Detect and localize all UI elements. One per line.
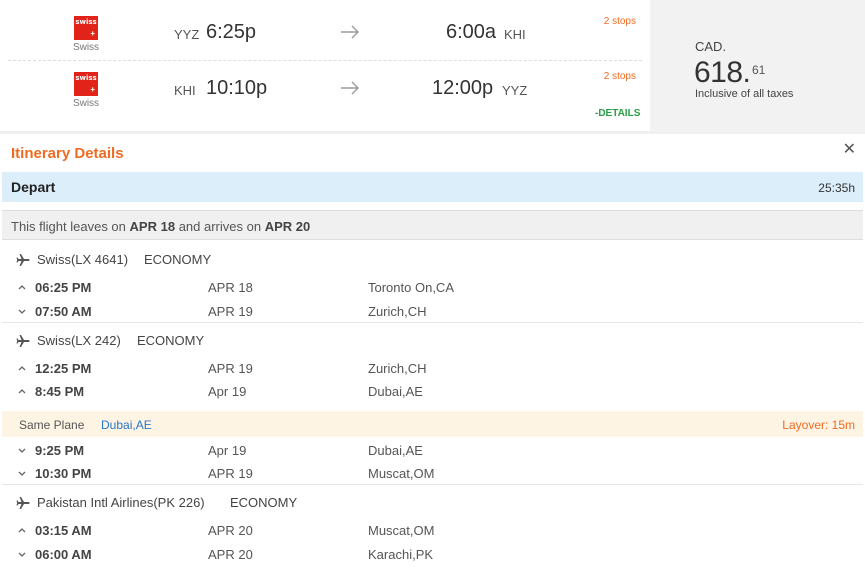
chevron-down-icon bbox=[18, 552, 26, 557]
depart-time: 10:10p bbox=[206, 77, 268, 99]
segment-cabin: ECONOMY bbox=[144, 252, 212, 267]
arrow-right-icon bbox=[341, 25, 359, 39]
panel-title: Itinerary Details bbox=[11, 145, 124, 162]
row-place: Zurich,CH bbox=[368, 361, 427, 376]
segment-row: 07:50 AM APR 19 Zurich,CH bbox=[16, 304, 856, 322]
segment-row: 10:30 PM APR 19 Muscat,OM bbox=[16, 466, 856, 484]
same-plane-label: Same Plane bbox=[19, 418, 85, 432]
segment-row: 9:25 PM Apr 19 Dubai,AE bbox=[16, 443, 856, 461]
chevron-down-icon bbox=[18, 471, 26, 476]
chevron-up-icon bbox=[18, 389, 26, 394]
segment-airline: Swiss(LX 242) bbox=[37, 333, 121, 348]
row-place: Dubai,AE bbox=[368, 443, 423, 458]
row-date: APR 19 bbox=[208, 304, 253, 319]
row-time: 8:45 PM bbox=[35, 384, 85, 399]
leaves-date: APR 18 bbox=[129, 219, 176, 234]
row-time: 9:25 PM bbox=[35, 443, 85, 458]
swiss-logo: swiss + bbox=[74, 72, 98, 96]
segment-row: 12:25 PM APR 19 Zurich,CH bbox=[16, 361, 856, 379]
row-date: APR 19 bbox=[208, 361, 253, 376]
layover-bar: Same Plane Dubai,AE Layover: 15m bbox=[2, 411, 863, 437]
outbound-leg: swiss + Swiss YYZ 6:25p 6:00a KHI 2 stop… bbox=[8, 6, 642, 61]
row-place: Karachi,PK bbox=[368, 547, 434, 562]
depart-time: 6:25p bbox=[206, 21, 257, 43]
arrives-text: and arrives on bbox=[178, 219, 262, 234]
segment-row: 03:15 AM APR 20 Muscat,OM bbox=[16, 523, 856, 541]
destination-code: YYZ bbox=[502, 83, 528, 98]
segment-cabin: ECONOMY bbox=[230, 495, 298, 510]
plane-icon bbox=[16, 497, 30, 509]
airline-name: Swiss bbox=[72, 98, 100, 109]
row-time: 03:15 AM bbox=[35, 523, 92, 538]
row-place: Zurich,CH bbox=[368, 304, 427, 319]
price-cents: 61 bbox=[752, 63, 766, 77]
row-place: Toronto On,CA bbox=[368, 280, 454, 295]
leaves-arrives-text: This flight leaves on APR 18 and arrives… bbox=[11, 219, 310, 234]
row-time: 10:30 PM bbox=[35, 466, 92, 481]
chevron-down-icon bbox=[18, 448, 26, 453]
layover-city: Dubai,AE bbox=[101, 418, 152, 432]
details-link[interactable]: -DETAILS bbox=[595, 108, 640, 119]
leaves-prefix: This flight leaves on bbox=[11, 219, 126, 234]
flight-summary-card: swiss + Swiss YYZ 6:25p 6:00a KHI 2 stop… bbox=[0, 0, 865, 131]
segment-divider bbox=[2, 484, 863, 485]
row-time: 06:00 AM bbox=[35, 547, 92, 562]
logo-wordmark: swiss bbox=[75, 18, 97, 26]
swiss-cross-icon: + bbox=[90, 85, 95, 94]
price-currency: CAD. bbox=[695, 39, 727, 54]
leaves-arrives-bar: This flight leaves on APR 18 and arrives… bbox=[2, 210, 863, 240]
depart-header: Depart 25:35h bbox=[2, 172, 863, 202]
chevron-down-icon bbox=[18, 309, 26, 314]
plane-icon bbox=[16, 254, 30, 266]
swiss-cross-icon: + bbox=[90, 29, 95, 38]
segment-divider bbox=[2, 322, 863, 323]
segment-row: 8:45 PM Apr 19 Dubai,AE bbox=[16, 384, 856, 402]
row-date: Apr 19 bbox=[208, 443, 247, 458]
segment-row: 06:00 AM APR 20 Karachi,PK bbox=[16, 547, 856, 565]
price-box: CAD. 618. 61 Inclusive of all taxes bbox=[650, 0, 865, 131]
arrive-time: 6:00a bbox=[446, 21, 497, 43]
depart-label: Depart bbox=[11, 179, 56, 195]
price-note: Inclusive of all taxes bbox=[695, 88, 794, 100]
arrives-date: APR 20 bbox=[264, 219, 311, 234]
segment-airline: Pakistan Intl Airlines(PK 226) bbox=[37, 495, 205, 510]
airline-name: Swiss bbox=[72, 42, 100, 53]
chevron-up-icon bbox=[18, 285, 26, 290]
depart-duration: 25:35h bbox=[818, 181, 855, 195]
plane-icon bbox=[16, 335, 30, 347]
flight-legs: swiss + Swiss YYZ 6:25p 6:00a KHI 2 stop… bbox=[0, 0, 650, 131]
row-place: Dubai,AE bbox=[368, 384, 423, 399]
segment-row: 06:25 PM APR 18 Toronto On,CA bbox=[16, 280, 856, 298]
arrive-time: 12:00p bbox=[432, 77, 494, 99]
chevron-up-icon bbox=[18, 528, 26, 533]
return-leg: swiss + Swiss KHI 10:10p 12:00p YYZ 2 st… bbox=[8, 62, 642, 117]
row-date: APR 18 bbox=[208, 280, 253, 295]
logo-wordmark: swiss bbox=[75, 74, 97, 82]
row-time: 07:50 AM bbox=[35, 304, 92, 319]
row-date: APR 20 bbox=[208, 523, 253, 538]
row-place: Muscat,OM bbox=[368, 466, 435, 481]
segment-airline: Swiss(LX 4641) bbox=[37, 252, 129, 267]
segment-cabin: ECONOMY bbox=[137, 333, 205, 348]
arrow-right-icon bbox=[341, 81, 359, 95]
origin-code: YYZ bbox=[174, 27, 200, 42]
price-amount: 618. bbox=[694, 56, 751, 89]
itinerary-panel: Itinerary Details ✕ Depart 25:35h This f… bbox=[0, 131, 865, 571]
row-date: Apr 19 bbox=[208, 384, 247, 399]
row-date: APR 20 bbox=[208, 547, 253, 562]
close-icon[interactable]: ✕ bbox=[843, 139, 856, 159]
origin-code: KHI bbox=[174, 83, 196, 98]
stops-count: 2 stops bbox=[603, 71, 636, 82]
row-place: Muscat,OM bbox=[368, 523, 435, 538]
destination-code: KHI bbox=[504, 27, 526, 42]
row-time: 06:25 PM bbox=[35, 280, 92, 295]
swiss-logo: swiss + bbox=[74, 16, 98, 40]
layover-duration: Layover: 15m bbox=[782, 418, 855, 432]
row-date: APR 19 bbox=[208, 466, 253, 481]
chevron-up-icon bbox=[18, 366, 26, 371]
stops-count: 2 stops bbox=[603, 16, 636, 27]
row-time: 12:25 PM bbox=[35, 361, 92, 376]
